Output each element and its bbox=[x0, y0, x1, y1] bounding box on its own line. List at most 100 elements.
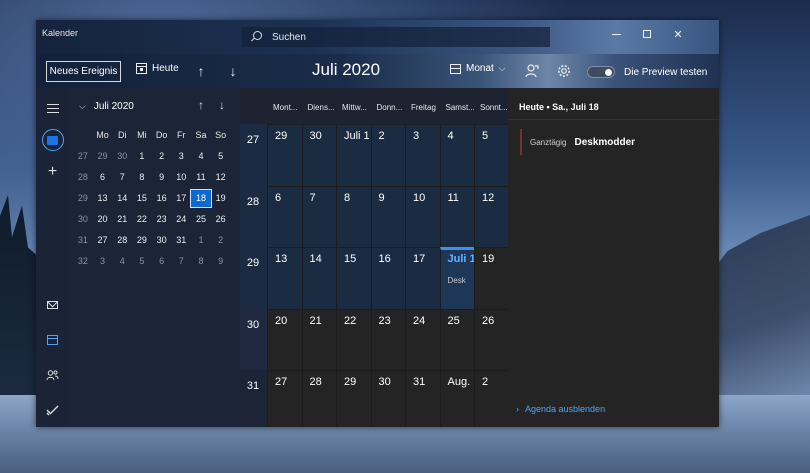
day-cell[interactable]: 29 bbox=[336, 370, 371, 427]
mini-day[interactable]: 26 bbox=[211, 211, 231, 228]
mini-day[interactable]: 14 bbox=[112, 190, 132, 207]
mini-day[interactable]: 29 bbox=[93, 148, 113, 165]
day-cell[interactable]: 30 bbox=[370, 370, 405, 427]
mini-day[interactable]: 5 bbox=[211, 148, 231, 165]
mini-day[interactable]: 25 bbox=[191, 211, 211, 228]
mini-day[interactable]: 2 bbox=[152, 148, 172, 165]
day-cell[interactable]: 8 bbox=[336, 185, 371, 247]
account-button[interactable] bbox=[36, 128, 69, 152]
mini-day[interactable]: 30 bbox=[112, 148, 132, 165]
day-cell[interactable]: 7 bbox=[301, 185, 336, 247]
search-input[interactable] bbox=[272, 31, 522, 43]
mini-day[interactable]: 8 bbox=[191, 253, 211, 270]
feedback-person-button[interactable] bbox=[524, 63, 540, 79]
minimize-button[interactable] bbox=[601, 24, 631, 44]
day-cell[interactable]: 9 bbox=[370, 185, 405, 247]
day-cell[interactable]: 24 bbox=[405, 308, 440, 370]
mini-day[interactable]: 29 bbox=[132, 232, 152, 249]
day-cell[interactable]: 16 bbox=[370, 247, 405, 309]
mini-day[interactable]: 7 bbox=[112, 169, 132, 186]
settings-button[interactable] bbox=[556, 63, 572, 79]
mini-next-button[interactable]: ↓ bbox=[215, 98, 229, 114]
people-button[interactable] bbox=[36, 363, 69, 387]
mini-day[interactable]: 21 bbox=[112, 211, 132, 228]
maximize-button[interactable] bbox=[632, 24, 662, 44]
mini-day-today[interactable]: 18 bbox=[190, 189, 212, 208]
mini-day[interactable]: 20 bbox=[93, 211, 113, 228]
event-preview[interactable]: Desk bbox=[448, 276, 466, 285]
day-cell[interactable]: 17 bbox=[405, 247, 440, 309]
mini-previous-button[interactable]: ↑ bbox=[194, 98, 208, 114]
day-cell[interactable]: 21 bbox=[301, 308, 336, 370]
day-cell[interactable]: 31 bbox=[405, 370, 440, 427]
mini-day[interactable]: 4 bbox=[191, 148, 211, 165]
day-cell[interactable]: 19 bbox=[474, 247, 509, 309]
mini-day[interactable]: 2 bbox=[211, 232, 231, 249]
day-cell[interactable]: 25 bbox=[439, 308, 474, 370]
mini-day[interactable]: 24 bbox=[171, 211, 191, 228]
mini-day[interactable]: 3 bbox=[93, 253, 113, 270]
menu-button[interactable] bbox=[36, 96, 69, 120]
day-cell[interactable]: Aug. 1 bbox=[439, 370, 479, 427]
previous-month-button[interactable]: ↑ bbox=[193, 62, 209, 80]
today-button[interactable]: Heute bbox=[136, 63, 179, 74]
mini-day[interactable]: 13 bbox=[93, 190, 113, 207]
mini-day[interactable]: 9 bbox=[152, 169, 172, 186]
day-cell[interactable]: 2 bbox=[370, 124, 405, 186]
day-cell[interactable]: 12 bbox=[474, 185, 509, 247]
day-cell[interactable]: 15 bbox=[336, 247, 371, 309]
day-cell[interactable]: 2 bbox=[474, 370, 509, 427]
calendar-nav-button[interactable] bbox=[36, 328, 69, 352]
day-cell[interactable]: 14 bbox=[301, 247, 336, 309]
mini-day[interactable]: 1 bbox=[191, 232, 211, 249]
search-box[interactable] bbox=[242, 27, 550, 47]
mini-day[interactable]: 28 bbox=[112, 232, 132, 249]
mini-day[interactable]: 17 bbox=[171, 190, 191, 207]
day-cell[interactable]: 13 bbox=[267, 247, 302, 309]
hide-agenda-button[interactable]: › Agenda ausblenden bbox=[516, 404, 605, 414]
day-cell[interactable]: 11 bbox=[439, 185, 474, 247]
day-cell[interactable]: 4 bbox=[439, 124, 474, 186]
preview-toggle[interactable] bbox=[587, 66, 615, 78]
day-cell-today[interactable]: Juli 18 Desk bbox=[439, 247, 482, 309]
day-cell[interactable]: 27 bbox=[267, 370, 302, 427]
mini-day[interactable]: 7 bbox=[171, 253, 191, 270]
mini-day[interactable]: 4 bbox=[112, 253, 132, 270]
view-selector[interactable]: Monat ⌵ bbox=[450, 63, 506, 74]
day-cell[interactable]: Juli 1 bbox=[336, 124, 371, 186]
close-button[interactable]: ✕ bbox=[663, 24, 693, 44]
mini-day[interactable]: 8 bbox=[132, 169, 152, 186]
add-calendar-button[interactable]: + bbox=[36, 160, 69, 184]
agenda-event-item[interactable]: Ganztägig Deskmodder bbox=[520, 128, 710, 156]
mini-day[interactable]: 10 bbox=[171, 169, 191, 186]
mini-day[interactable]: 31 bbox=[171, 232, 191, 249]
mini-day[interactable]: 1 bbox=[132, 148, 152, 165]
day-cell[interactable]: 30 bbox=[301, 124, 336, 186]
day-cell[interactable]: 5 bbox=[474, 124, 509, 186]
mini-day[interactable]: 16 bbox=[152, 190, 172, 207]
mini-day[interactable]: 27 bbox=[93, 232, 113, 249]
mini-day[interactable]: 5 bbox=[132, 253, 152, 270]
mini-day[interactable]: 9 bbox=[211, 253, 231, 270]
mail-button[interactable] bbox=[36, 293, 69, 317]
next-month-button[interactable]: ↓ bbox=[225, 62, 241, 80]
mini-day[interactable]: 11 bbox=[191, 169, 211, 186]
todo-button[interactable] bbox=[36, 398, 69, 422]
day-cell[interactable]: 29 bbox=[267, 124, 302, 186]
mini-calendar-header[interactable]: ⌵ Juli 2020 bbox=[79, 101, 134, 112]
day-cell[interactable]: 6 bbox=[267, 185, 302, 247]
mini-day[interactable]: 22 bbox=[132, 211, 152, 228]
day-cell[interactable]: 23 bbox=[370, 308, 405, 370]
mini-day[interactable]: 6 bbox=[93, 169, 113, 186]
day-cell[interactable]: 20 bbox=[267, 308, 302, 370]
day-cell[interactable]: 3 bbox=[405, 124, 440, 186]
mini-day[interactable]: 23 bbox=[152, 211, 172, 228]
mini-day[interactable]: 30 bbox=[152, 232, 172, 249]
day-cell[interactable]: 28 bbox=[301, 370, 336, 427]
mini-day[interactable]: 15 bbox=[132, 190, 152, 207]
new-event-button[interactable]: Neues Ereignis bbox=[46, 61, 121, 82]
day-cell[interactable]: 26 bbox=[474, 308, 509, 370]
mini-day[interactable]: 19 bbox=[211, 190, 231, 207]
day-cell[interactable]: 10 bbox=[405, 185, 440, 247]
mini-day[interactable]: 12 bbox=[211, 169, 231, 186]
